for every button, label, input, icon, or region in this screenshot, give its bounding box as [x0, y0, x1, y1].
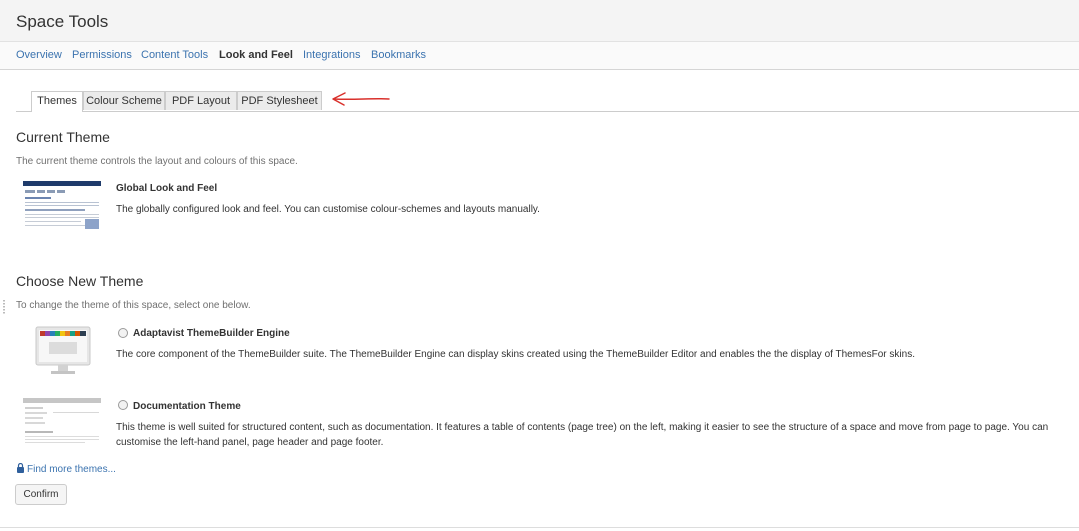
- nav-bookmarks[interactable]: Bookmarks: [371, 49, 426, 61]
- global-theme-thumbnail: [23, 181, 101, 231]
- current-theme-details: The globally configured look and feel. Y…: [116, 204, 540, 215]
- current-theme-name: Global Look and Feel: [116, 183, 218, 194]
- tab-themes[interactable]: Themes: [31, 91, 83, 112]
- footer-divider: [0, 527, 1079, 528]
- nav-overview[interactable]: Overview: [16, 49, 62, 61]
- drag-handle[interactable]: [3, 300, 5, 314]
- documentation-theme-radio[interactable]: [118, 400, 128, 410]
- themebuilder-name: Adaptavist ThemeBuilder Engine: [133, 328, 290, 339]
- annotation-arrow-icon: [332, 92, 390, 106]
- documentation-theme-thumbnail: [23, 398, 101, 448]
- nav-permissions[interactable]: Permissions: [72, 49, 132, 61]
- current-theme-heading: Current Theme: [16, 129, 110, 145]
- find-more-themes-link[interactable]: Find more themes...: [27, 464, 116, 475]
- tab-pdf-layout[interactable]: PDF Layout: [165, 91, 237, 110]
- confirm-button[interactable]: Confirm: [15, 484, 67, 505]
- page-header: Space Tools: [0, 0, 1079, 42]
- themebuilder-description: The core component of the ThemeBuilder s…: [116, 349, 915, 360]
- look-and-feel-tabs: Themes Colour Scheme PDF Layout PDF Styl…: [16, 91, 1079, 112]
- nav-content-tools[interactable]: Content Tools: [141, 49, 208, 61]
- plugin-icon: [17, 463, 24, 473]
- nav-integrations[interactable]: Integrations: [303, 49, 360, 61]
- themebuilder-thumbnail: [35, 326, 91, 374]
- documentation-theme-description: This theme is well suited for structured…: [116, 422, 1049, 448]
- current-theme-description: The current theme controls the layout an…: [16, 156, 298, 167]
- choose-theme-heading: Choose New Theme: [16, 273, 144, 289]
- documentation-theme-name: Documentation Theme: [133, 401, 241, 412]
- page-title: Space Tools: [16, 12, 109, 31]
- themebuilder-radio[interactable]: [118, 328, 128, 338]
- nav-look-and-feel[interactable]: Look and Feel: [219, 49, 293, 61]
- choose-theme-description: To change the theme of this space, selec…: [16, 300, 251, 311]
- space-tools-nav: Overview Permissions Content Tools Look …: [0, 42, 1079, 70]
- tab-colour-scheme[interactable]: Colour Scheme: [83, 91, 165, 110]
- tab-pdf-stylesheet[interactable]: PDF Stylesheet: [237, 91, 322, 110]
